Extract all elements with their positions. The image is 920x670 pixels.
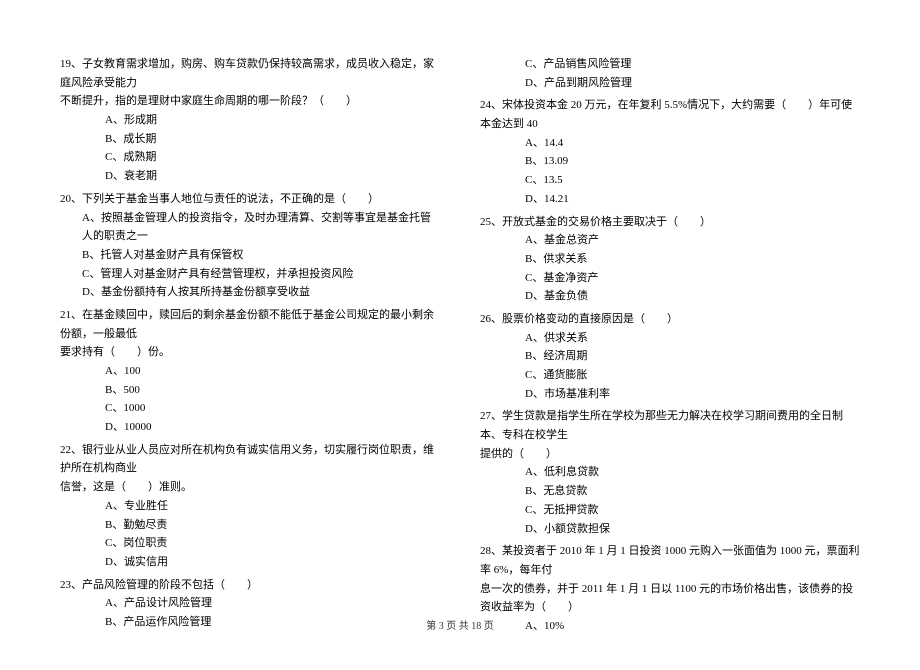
q23-option-d: D、产品到期风险管理 <box>525 74 860 93</box>
q19-line2: 不断提升，指的是理财中家庭生命周期的哪一阶段？（ ） <box>60 92 440 111</box>
page-footer: 第 3 页 共 18 页 <box>0 617 920 632</box>
question-27: 27、学生贷款是指学生所在学校为那些无力解决在校学习期间费用的全日制本、专科在校… <box>480 407 860 538</box>
q20-option-c: C、管理人对基金财产具有经营管理权，并承担投资风险 <box>82 265 440 284</box>
q24-text: 24、宋体投资本金 20 万元，在年复利 5.5%情况下，大约需要（ ）年可使本… <box>480 96 860 133</box>
q22-option-d: D、诚实信用 <box>105 553 440 572</box>
question-23-cont: C、产品销售风险管理 D、产品到期风险管理 <box>480 55 860 92</box>
q27-option-b: B、无息贷款 <box>525 482 860 501</box>
q26-option-c: C、通货膨胀 <box>525 366 860 385</box>
q28-line1: 28、某投资者于 2010 年 1 月 1 日投资 1000 元购入一张面值为 … <box>480 542 860 579</box>
q22-option-a: A、专业胜任 <box>105 497 440 516</box>
q24-option-a: A、14.4 <box>525 134 860 153</box>
q24-option-d: D、14.21 <box>525 190 860 209</box>
q25-option-d: D、基金负债 <box>525 287 860 306</box>
q21-option-c: C、1000 <box>105 399 440 418</box>
q20-option-a: A、按照基金管理人的投资指令，及时办理清算、交割等事宜是基金托管人的职责之一 <box>82 209 440 246</box>
q21-option-a: A、100 <box>105 362 440 381</box>
q22-option-c: C、岗位职责 <box>105 534 440 553</box>
q19-option-c: C、成熟期 <box>105 148 440 167</box>
q23-option-a: A、产品设计风险管理 <box>105 594 440 613</box>
q22-line2: 信誉，这是（ ）准则。 <box>60 478 440 497</box>
q25-option-a: A、基金总资产 <box>525 231 860 250</box>
q19-line1: 19、子女教育需求增加，购房、购车贷款仍保持较高需求，成员收入稳定，家庭风险承受… <box>60 55 440 92</box>
left-column: 19、子女教育需求增加，购房、购车贷款仍保持较高需求，成员收入稳定，家庭风险承受… <box>60 55 440 640</box>
q27-option-c: C、无抵押贷款 <box>525 501 860 520</box>
q27-line1: 27、学生贷款是指学生所在学校为那些无力解决在校学习期间费用的全日制本、专科在校… <box>480 407 860 444</box>
q26-option-a: A、供求关系 <box>525 329 860 348</box>
q24-option-c: C、13.5 <box>525 171 860 190</box>
question-19: 19、子女教育需求增加，购房、购车贷款仍保持较高需求，成员收入稳定，家庭风险承受… <box>60 55 440 186</box>
question-24: 24、宋体投资本金 20 万元，在年复利 5.5%情况下，大约需要（ ）年可使本… <box>480 96 860 208</box>
right-column: C、产品销售风险管理 D、产品到期风险管理 24、宋体投资本金 20 万元，在年… <box>480 55 860 640</box>
q27-option-d: D、小额贷款担保 <box>525 520 860 539</box>
q28-line2: 息一次的债券，并于 2011 年 1 月 1 日以 1100 元的市场价格出售，… <box>480 580 860 617</box>
question-22: 22、银行业从业人员应对所在机构负有诚实信用义务，切实履行岗位职责，维护所在机构… <box>60 441 440 572</box>
question-21: 21、在基金赎回中，赎回后的剩余基金份额不能低于基金公司规定的最小剩余份额，一般… <box>60 306 440 437</box>
q27-line2: 提供的（ ） <box>480 445 860 464</box>
q26-text: 26、股票价格变动的直接原因是（ ） <box>480 310 860 329</box>
q19-option-a: A、形成期 <box>105 111 440 130</box>
q23-option-c: C、产品销售风险管理 <box>525 55 860 74</box>
q20-text: 20、下列关于基金当事人地位与责任的说法，不正确的是（ ） <box>60 190 440 209</box>
question-25: 25、开放式基金的交易价格主要取决于（ ） A、基金总资产 B、供求关系 C、基… <box>480 213 860 306</box>
q26-option-b: B、经济周期 <box>525 347 860 366</box>
document-page: 19、子女教育需求增加，购房、购车贷款仍保持较高需求，成员收入稳定，家庭风险承受… <box>0 0 920 670</box>
q25-option-c: C、基金净资产 <box>525 269 860 288</box>
q26-option-d: D、市场基准利率 <box>525 385 860 404</box>
q25-option-b: B、供求关系 <box>525 250 860 269</box>
q20-option-d: D、基金份额持有人按其所持基金份额享受收益 <box>82 283 440 302</box>
q21-line2: 要求持有（ ）份。 <box>60 343 440 362</box>
q21-option-d: D、10000 <box>105 418 440 437</box>
q24-option-b: B、13.09 <box>525 152 860 171</box>
q23-text: 23、产品风险管理的阶段不包括（ ） <box>60 576 440 595</box>
q21-option-b: B、500 <box>105 381 440 400</box>
q20-option-b: B、托管人对基金财产具有保管权 <box>82 246 440 265</box>
question-26: 26、股票价格变动的直接原因是（ ） A、供求关系 B、经济周期 C、通货膨胀 … <box>480 310 860 403</box>
q25-text: 25、开放式基金的交易价格主要取决于（ ） <box>480 213 860 232</box>
question-20: 20、下列关于基金当事人地位与责任的说法，不正确的是（ ） A、按照基金管理人的… <box>60 190 440 302</box>
q22-option-b: B、勤勉尽责 <box>105 516 440 535</box>
q27-option-a: A、低利息贷款 <box>525 463 860 482</box>
q22-line1: 22、银行业从业人员应对所在机构负有诚实信用义务，切实履行岗位职责，维护所在机构… <box>60 441 440 478</box>
q19-option-b: B、成长期 <box>105 130 440 149</box>
q19-option-d: D、衰老期 <box>105 167 440 186</box>
q21-line1: 21、在基金赎回中，赎回后的剩余基金份额不能低于基金公司规定的最小剩余份额，一般… <box>60 306 440 343</box>
